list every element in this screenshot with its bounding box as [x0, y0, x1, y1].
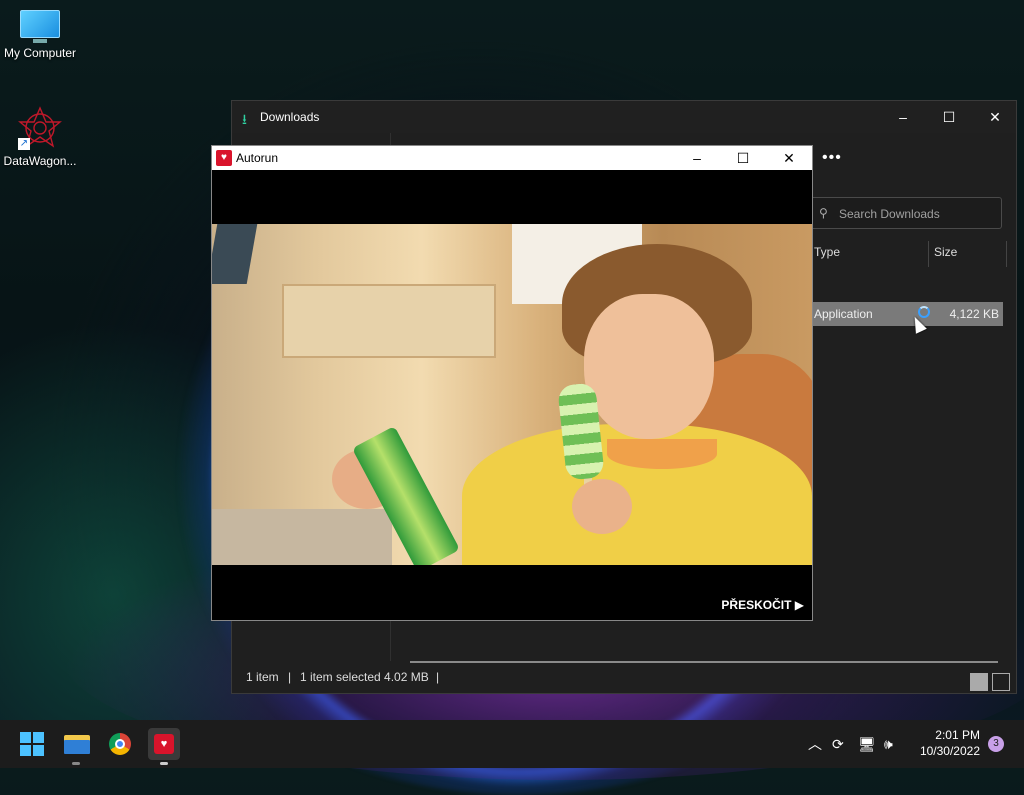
download-icon: ⭳ [242, 111, 247, 127]
heart-brand-icon: ♥ [154, 734, 174, 754]
autorun-taskbar-button[interactable]: ♥ [148, 728, 180, 760]
video-scene [282, 284, 496, 358]
minimize-button[interactable]: – [674, 146, 720, 170]
start-button[interactable] [16, 728, 48, 760]
clock-time: 2:01 PM [935, 728, 980, 742]
status-bar: 1 item | 1 item selected 4.02 MB | [232, 661, 1016, 693]
file-explorer-button[interactable] [60, 728, 92, 760]
video-player[interactable] [212, 224, 812, 565]
video-scene [607, 439, 717, 469]
title-bar[interactable]: ⭳ Downloads – ☐ ✕ [232, 101, 1016, 133]
column-header-type[interactable]: Type [814, 245, 840, 267]
details-view-icon[interactable] [970, 673, 988, 691]
autorun-window[interactable]: ♥ Autorun – ☐ ✕ PŘESKOČIT ▶ [211, 145, 813, 621]
file-row[interactable]: Application 4,122 KB [810, 302, 1003, 326]
notification-badge[interactable]: 3 [988, 736, 1004, 752]
sync-icon[interactable]: ⟳ [832, 720, 844, 768]
network-icon[interactable]: 🖥 [858, 720, 876, 768]
tiles-view-icon[interactable] [992, 673, 1010, 691]
desktop-icon-datawagon[interactable]: ↗ DataWagon... [0, 106, 80, 168]
shortcut-arrow-icon: ↗ [18, 138, 30, 150]
title-bar[interactable]: ♥ Autorun – ☐ ✕ [212, 146, 812, 170]
maximize-button[interactable]: ☐ [720, 146, 766, 170]
video-scene [212, 509, 392, 565]
selection-info: 1 item selected 4.02 MB [300, 670, 429, 684]
close-button[interactable]: ✕ [972, 101, 1018, 133]
desktop-icon-label: My Computer [3, 46, 77, 60]
datawagon-icon: ↗ [18, 106, 62, 150]
video-scene [584, 294, 714, 439]
status-separator: | [436, 670, 440, 684]
column-divider[interactable] [1006, 241, 1007, 267]
file-type: Application [814, 307, 873, 321]
volume-icon[interactable]: 🕪 [884, 720, 893, 768]
window-title: Downloads [260, 110, 320, 124]
video-scene [212, 224, 258, 284]
maximize-button[interactable]: ☐ [926, 101, 972, 133]
minimize-button[interactable]: – [880, 101, 926, 133]
close-button[interactable]: ✕ [766, 146, 812, 170]
taskbar: ♥ ︿ ⟳ 🖥 🕪 2:01 PM 10/30/2022 3 [0, 720, 1024, 768]
heart-brand-icon: ♥ [216, 150, 232, 166]
column-divider[interactable] [928, 241, 929, 267]
desktop-icon-label: DataWagon... [3, 154, 77, 168]
file-size: 4,122 KB [949, 307, 999, 321]
clock-date: 10/30/2022 [919, 744, 980, 758]
search-icon: ⚲ [819, 206, 828, 220]
chrome-icon [109, 733, 131, 755]
active-indicator [160, 762, 168, 765]
clock[interactable]: 2:01 PM 10/30/2022 [910, 728, 980, 758]
column-header-size[interactable]: Size [934, 245, 957, 267]
skip-button[interactable]: PŘESKOČIT ▶ [721, 598, 804, 612]
chevron-up-icon[interactable]: ︿ [808, 720, 822, 768]
chrome-button[interactable] [104, 728, 136, 760]
desktop-icon-my-computer[interactable]: My Computer [0, 10, 80, 60]
search-box[interactable]: ⚲ [810, 197, 1002, 229]
status-separator: | [288, 670, 292, 684]
search-input[interactable] [837, 204, 991, 224]
video-scene [572, 479, 632, 534]
item-count: 1 item [246, 670, 279, 684]
more-options-icon[interactable]: ••• [822, 149, 842, 167]
running-indicator [72, 762, 80, 765]
monitor-icon [20, 10, 60, 43]
window-title: Autorun [236, 151, 279, 165]
